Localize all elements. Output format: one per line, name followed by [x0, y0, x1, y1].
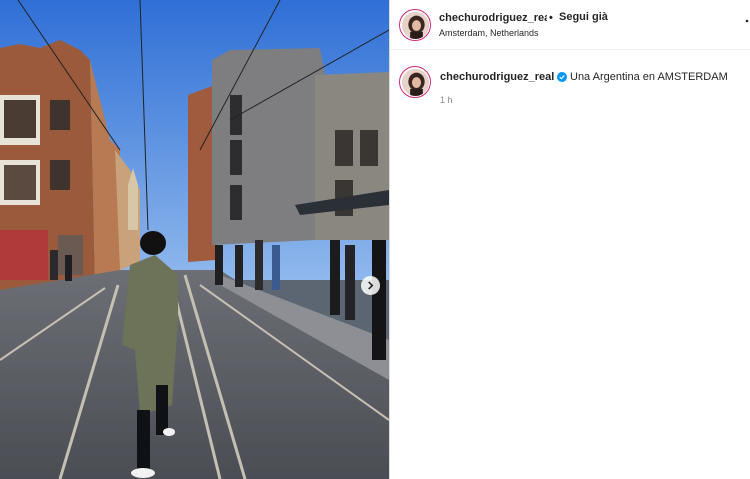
next-media-button[interactable] [361, 276, 380, 295]
post-sidebar: chechurodriguez_real • Segui già Amsterd… [390, 0, 750, 479]
post-photo[interactable] [0, 0, 389, 479]
more-options-icon[interactable] [744, 14, 750, 28]
post-location[interactable]: Amsterdam, Netherlands [439, 28, 539, 38]
profile-photo-icon [401, 11, 429, 39]
caption-avatar[interactable] [399, 66, 431, 98]
street-scene-image [0, 0, 389, 479]
post-timestamp[interactable]: 1 h [440, 95, 453, 105]
following-button[interactable]: Segui già [559, 11, 608, 23]
verified-badge-icon [557, 72, 567, 82]
caption-text: Una Argentina en AMSTERDAM [570, 71, 728, 83]
avatar[interactable] [399, 9, 431, 41]
post-header: chechurodriguez_real • Segui già Amsterd… [390, 0, 750, 50]
post-author-username[interactable]: chechurodriguez_real [439, 12, 547, 24]
chevron-right-icon [368, 281, 374, 290]
profile-photo-icon [401, 68, 429, 96]
caption-username[interactable]: chechurodriguez_real [440, 71, 554, 83]
separator-dot: • [549, 12, 553, 24]
